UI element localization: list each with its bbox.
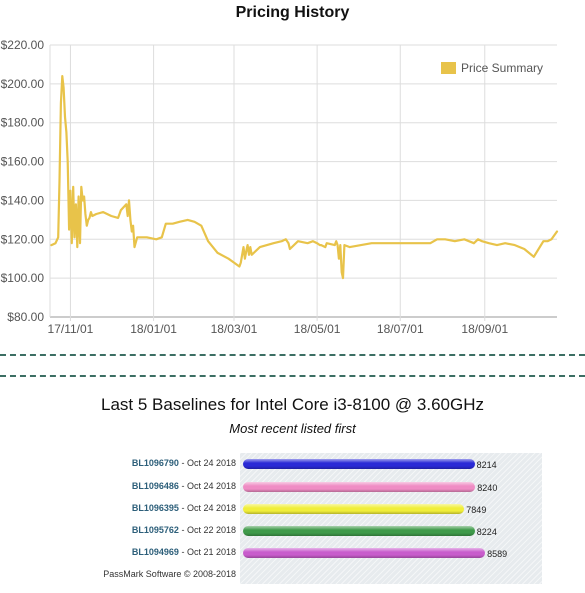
baselines-title: Last 5 Baselines for Intel Core i3-8100 … xyxy=(101,395,484,414)
y-tick-label: $100.00 xyxy=(1,271,45,285)
baseline-label: BL1095762 - Oct 22 2018 xyxy=(132,525,236,535)
baselines-chart-area xyxy=(240,453,542,584)
baseline-date: - Oct 24 2018 xyxy=(178,481,236,491)
baseline-score-value: 8240 xyxy=(477,483,498,493)
x-tick-label: 17/11/01 xyxy=(48,322,94,336)
section-separator-top xyxy=(0,354,585,356)
x-tick-label: 18/03/01 xyxy=(211,322,258,336)
baseline-id-link[interactable]: BL1096395 xyxy=(132,503,179,513)
baseline-score-bar[interactable] xyxy=(243,482,476,492)
section-separator-bottom xyxy=(0,375,585,377)
baseline-date: - Oct 21 2018 xyxy=(178,547,236,557)
legend-swatch xyxy=(441,62,456,74)
baseline-label: BL1096395 - Oct 24 2018 xyxy=(132,503,236,513)
y-tick-label: $180.00 xyxy=(1,116,45,130)
x-tick-label: 18/05/01 xyxy=(294,322,341,336)
baseline-score-bar[interactable] xyxy=(243,526,475,536)
baseline-id-link[interactable]: BL1096790 xyxy=(132,458,179,468)
baseline-date: - Oct 24 2018 xyxy=(178,503,236,513)
baseline-date: - Oct 24 2018 xyxy=(178,458,236,468)
baseline-score-value: 8214 xyxy=(476,460,497,470)
y-tick-label: $140.00 xyxy=(1,193,45,207)
baseline-date: - Oct 22 2018 xyxy=(178,525,236,535)
y-tick-label: $80.00 xyxy=(7,310,44,324)
x-tick-label: 18/01/01 xyxy=(130,322,177,336)
chart-legend[interactable]: Price Summary xyxy=(441,61,543,75)
baseline-score-bar[interactable] xyxy=(243,548,486,558)
pricing-history-section: Pricing History $80.00 $100.00 $120.00 $140… xyxy=(0,0,585,345)
baseline-score-bar[interactable] xyxy=(243,504,465,514)
baselines-subtitle: Most recent listed first xyxy=(229,421,356,436)
y-tick-label: $120.00 xyxy=(1,232,45,246)
pricing-chart: $80.00 $100.00 $120.00 $140.00 $160.00 $180.0… xyxy=(1,38,559,336)
x-tick-label: 18/09/01 xyxy=(461,322,508,336)
baseline-label: BL1096486 - Oct 24 2018 xyxy=(132,481,236,491)
baseline-id-link[interactable]: BL1094969 xyxy=(132,547,179,557)
baseline-score-value: 7849 xyxy=(466,505,487,515)
baseline-label: BL1094969 - Oct 21 2018 xyxy=(132,547,236,557)
legend-label: Price Summary xyxy=(461,61,543,75)
baseline-id-link[interactable]: BL1096486 xyxy=(132,481,179,491)
baseline-score-bar[interactable] xyxy=(243,459,475,469)
y-tick-label: $200.00 xyxy=(1,77,45,91)
copyright-notice: PassMark Software © 2008-2018 xyxy=(103,569,236,579)
baseline-label: BL1096790 - Oct 24 2018 xyxy=(132,458,236,468)
x-tick-label: 18/07/01 xyxy=(377,322,424,336)
baseline-id-link[interactable]: BL1095762 xyxy=(132,525,179,535)
price-summary-line[interactable] xyxy=(50,74,559,280)
baseline-score-value: 8589 xyxy=(487,549,508,559)
y-tick-label: $220.00 xyxy=(1,38,45,52)
baseline-score-value: 8224 xyxy=(476,527,497,537)
y-tick-label: $160.00 xyxy=(1,155,45,169)
